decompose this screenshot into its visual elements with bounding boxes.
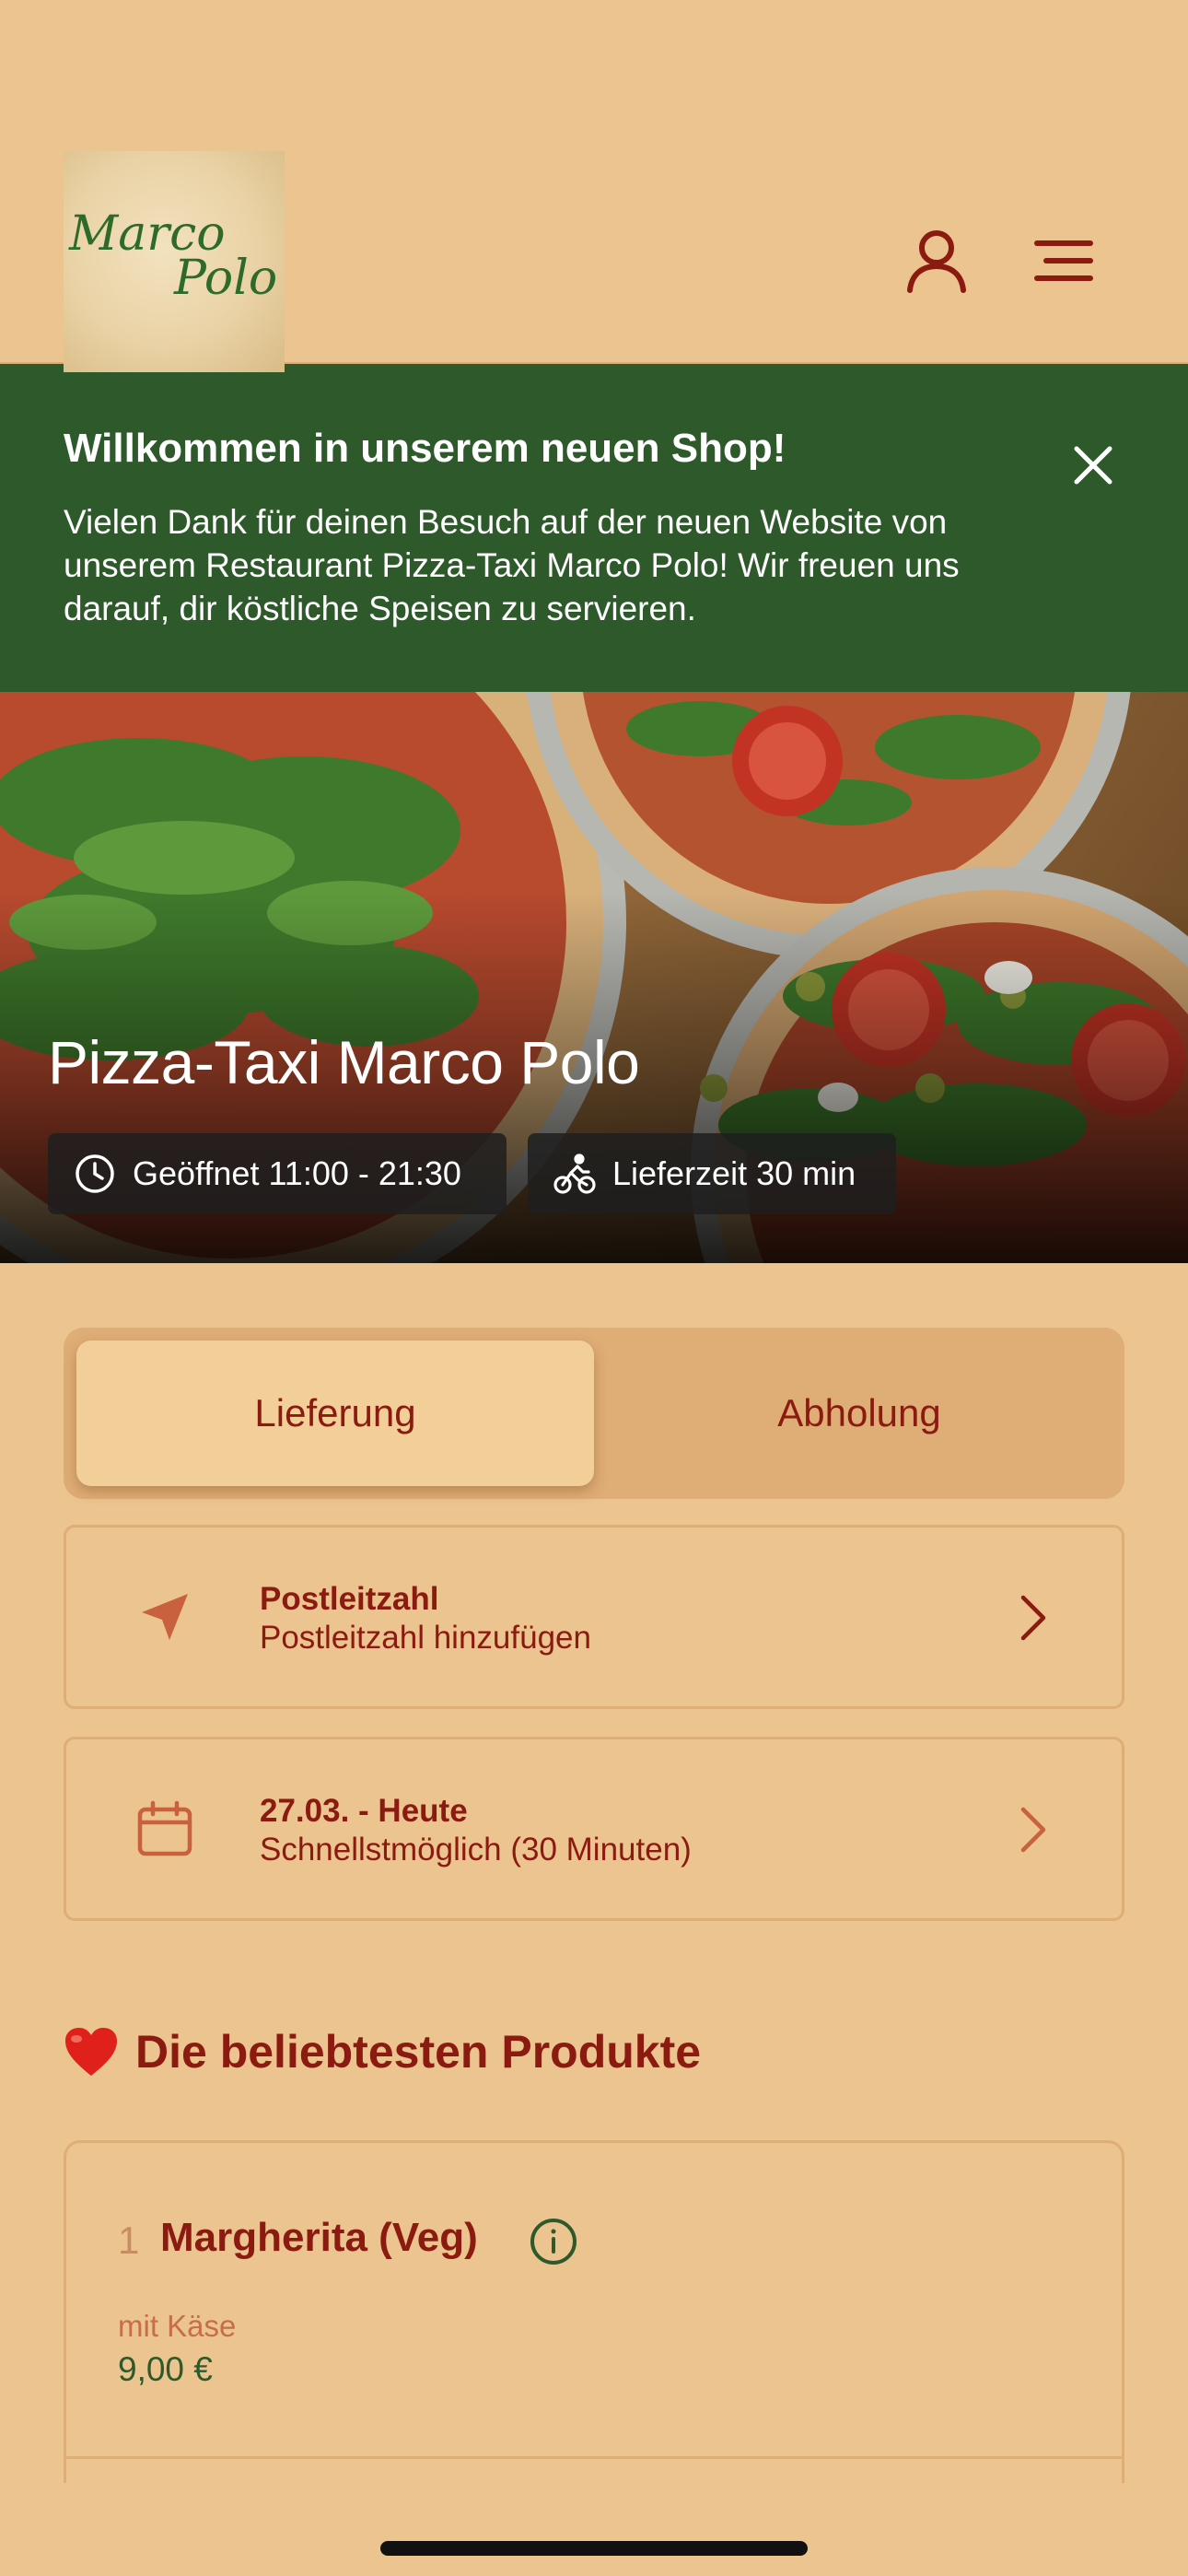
location-arrow-icon bbox=[133, 1585, 197, 1649]
pickup-tab[interactable]: Abholung bbox=[607, 1341, 1112, 1486]
popular-products-title: Die beliebtesten Produkte bbox=[135, 2026, 702, 2078]
popular-products-heading: Die beliebtesten Produkte bbox=[64, 2025, 701, 2078]
bottom-safe-area bbox=[0, 2483, 1188, 2576]
product-number: 1 bbox=[118, 2219, 140, 2262]
clock-icon bbox=[74, 1153, 116, 1195]
chevron-right-icon bbox=[1006, 1802, 1061, 1857]
chevron-right-icon bbox=[1006, 1590, 1061, 1645]
product-description: mit Käse bbox=[118, 2309, 237, 2343]
postal-code-title: Postleitzahl bbox=[260, 1581, 439, 1617]
close-icon[interactable] bbox=[1061, 433, 1125, 498]
order-mode-toggle: Lieferung Abholung bbox=[64, 1328, 1124, 1499]
date-title: 27.03. - Heute bbox=[260, 1793, 468, 1829]
info-icon[interactable] bbox=[529, 2217, 578, 2266]
product-divider bbox=[66, 2456, 1122, 2459]
postal-code-selector[interactable]: Postleitzahl Postleitzahl hinzufügen bbox=[64, 1525, 1124, 1709]
opening-hours-chip: Geöffnet 11:00 - 21:30 bbox=[48, 1133, 507, 1214]
restaurant-name: Pizza-Taxi Marco Polo bbox=[48, 1028, 640, 1096]
product-name: Margherita (Veg) bbox=[160, 2215, 478, 2260]
heart-icon bbox=[64, 2026, 119, 2078]
date-selector[interactable]: 27.03. - Heute Schnellstmöglich (30 Minu… bbox=[64, 1737, 1124, 1921]
delivery-time-chip: Lieferzeit 30 min bbox=[528, 1133, 896, 1214]
menu-icon[interactable] bbox=[1029, 226, 1099, 296]
user-icon[interactable] bbox=[902, 226, 972, 296]
banner-title: Willkommen in unserem neuen Shop! bbox=[64, 426, 786, 471]
logo-text-line2: Polo bbox=[174, 251, 278, 306]
bicycle-icon bbox=[553, 1153, 596, 1195]
home-indicator[interactable] bbox=[380, 2541, 808, 2556]
delivery-tab[interactable]: Lieferung bbox=[76, 1341, 594, 1486]
opening-hours-text: Geöffnet 11:00 - 21:30 bbox=[133, 1154, 461, 1192]
date-subtitle: Schnellstmöglich (30 Minuten) bbox=[260, 1832, 692, 1868]
delivery-time-text: Lieferzeit 30 min bbox=[612, 1154, 856, 1192]
product-price: 9,00 € bbox=[118, 2350, 213, 2388]
postal-code-subtitle: Postleitzahl hinzufügen bbox=[260, 1620, 591, 1656]
banner-text: Vielen Dank für deinen Besuch auf der ne… bbox=[64, 503, 960, 627]
restaurant-logo[interactable]: Marco Polo bbox=[64, 151, 285, 372]
calendar-icon bbox=[133, 1797, 197, 1861]
